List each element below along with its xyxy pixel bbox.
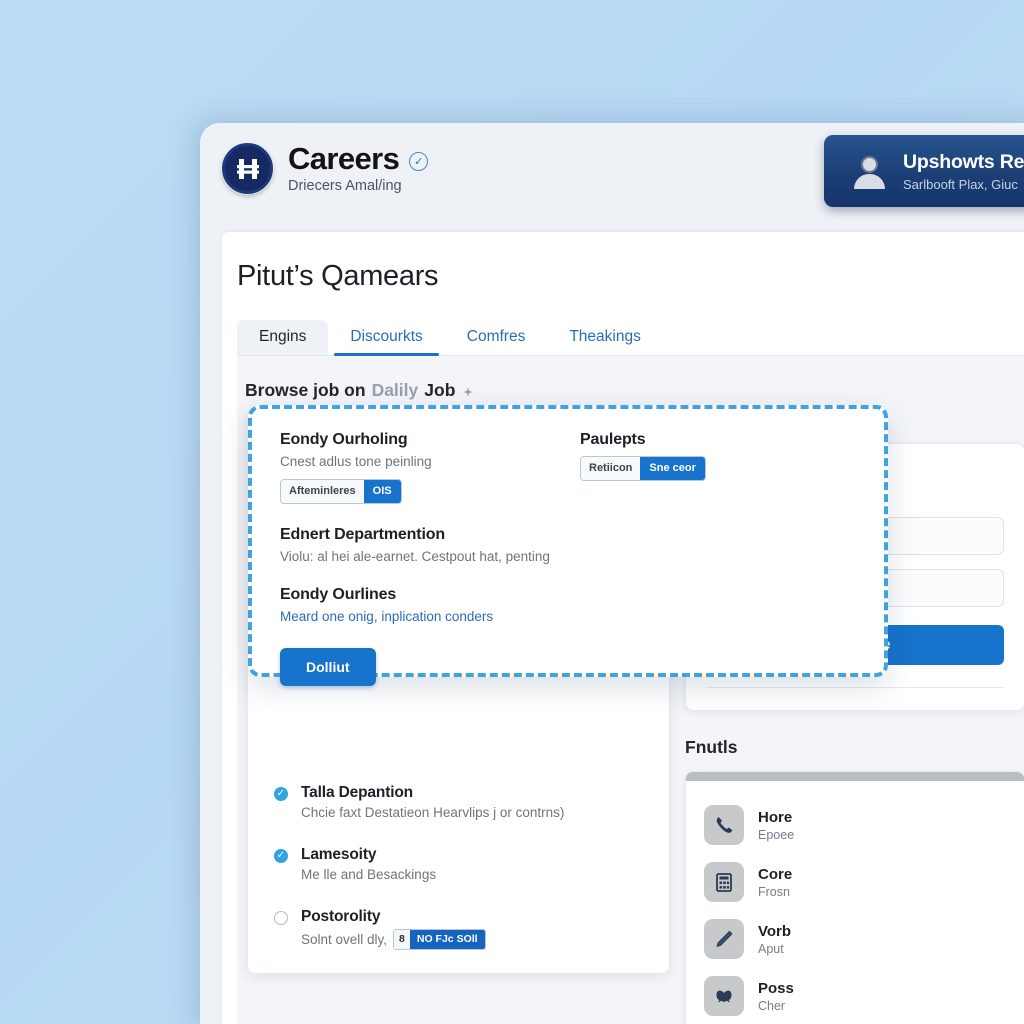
list-item-subtitle-text: Solnt ovell dly, — [301, 931, 388, 947]
fact-text: Hore Epoee — [758, 809, 794, 842]
list-item[interactable]: Core Frosn — [704, 854, 1006, 911]
brand-text: Careers ✓ Driecers Amal/ing — [288, 141, 429, 194]
list-item-subtitle-text: Chcie faxt Destatieon Hearvlips j or con… — [301, 805, 565, 820]
list-item-subtitle: Solnt ovell dly, 8 NO FJc SOll — [301, 929, 664, 950]
tab-engins[interactable]: Engins — [237, 320, 329, 355]
fact-text: Vorb Aput — [758, 923, 791, 956]
fact-text: Core Frosn — [758, 866, 792, 899]
browse-trail: Job — [424, 380, 456, 400]
sparkle-icon: ✦ — [463, 387, 473, 399]
empty-circle-icon — [274, 911, 288, 925]
check-circle-icon: ✓ — [274, 787, 288, 801]
page-brand-title: Careers — [288, 141, 400, 177]
building-icon — [704, 862, 744, 902]
status-badge-right: OIS — [363, 480, 401, 503]
fact-subtitle: Cher — [758, 998, 786, 1013]
job-detail-modal: Eondy Ourholing Cnest adlus tone peinlin… — [248, 405, 888, 686]
fact-subtitle: Epoee — [758, 827, 795, 842]
tab-discourkts[interactable]: Discourkts — [328, 320, 444, 356]
fact-title: Hore — [758, 808, 793, 826]
status-badge[interactable]: Retiicon Sne ceor — [580, 456, 706, 481]
modal-right-title: Paulepts — [580, 431, 646, 448]
page-title: Pitut’s Qamears — [237, 260, 439, 292]
user-avatar-icon — [853, 155, 886, 189]
list-item-title: Postorolity — [301, 908, 381, 925]
modal-block-subtitle: Violu: al hei ale-earnet. Cestpout hat, … — [280, 549, 550, 564]
divider — [706, 687, 1004, 688]
modal-right-column: Paulepts Retiicon Sne ceor — [580, 431, 856, 504]
status-badge-right: NO FJc SOll — [409, 930, 485, 949]
banner-title: Upshowts Rec — [903, 150, 1024, 173]
list-item[interactable]: Hore Epoee — [704, 797, 1006, 854]
banner-subtitle: Sarlbooft Plax, Giuc — [903, 176, 1018, 192]
tab-comfres[interactable]: Comfres — [445, 320, 548, 355]
status-badge-left: Retiicon — [581, 457, 641, 480]
modal-block-title: Eondy Ourlines — [280, 586, 397, 603]
app-header: Careers ✓ Driecers Amal/ing Upshowts Rec… — [200, 123, 1024, 232]
header-promo-banner[interactable]: Upshowts Rec Sarlbooft Plax, Giuc — [824, 135, 1024, 207]
browse-heading: Browse job on Dalily Job ✦ — [245, 380, 473, 401]
hospital-monogram-icon — [222, 143, 273, 194]
checklist: ✓ Talla Depantion Chcie faxt Destatieon … — [274, 784, 664, 950]
list-item[interactable]: ✓ Lamesoity Me lle and Besackings — [274, 846, 664, 882]
modal-primary-button[interactable]: Dolliut — [280, 648, 376, 686]
modal-block-link[interactable]: Meard one onig, inplication conders — [280, 609, 856, 624]
tab-strip: Engins Discourkts Comfres Theakings — [237, 320, 1024, 356]
status-badge-right: Sne ceor — [640, 457, 705, 480]
modal-top-row: Eondy Ourholing Cnest adlus tone peinlin… — [280, 431, 856, 504]
list-item[interactable]: ✓ Talla Depantion Chcie faxt Destatieon … — [274, 784, 664, 820]
fact-title: Core — [758, 865, 793, 883]
modal-left-column: Eondy Ourholing Cnest adlus tone peinlin… — [280, 431, 580, 504]
fact-subtitle: Frosn — [758, 884, 790, 899]
list-item-title: Lamesoity — [301, 846, 377, 863]
facts-section-heading: Fnutls — [685, 737, 738, 757]
list-item[interactable]: Postorolity Solnt ovell dly, 8 NO FJc SO… — [274, 908, 664, 950]
verified-badge-icon: ✓ — [409, 151, 429, 171]
modal-block-title: Ednert Departmention — [280, 526, 446, 543]
facts-card-topbar — [686, 772, 1024, 781]
tab-label: Comfres — [466, 328, 526, 345]
tab-label: Discourkts — [350, 328, 423, 345]
fact-text: Poss Cher — [758, 980, 794, 1013]
phone-icon — [704, 805, 744, 845]
status-badge[interactable]: 8 NO FJc SOll — [393, 929, 486, 950]
browse-muted: Dalily — [371, 380, 419, 400]
modal-title: Eondy Ourholing — [280, 431, 408, 448]
fact-title: Poss — [758, 979, 794, 997]
modal-content: Eondy Ourholing Cnest adlus tone peinlin… — [252, 409, 884, 686]
modal-block-outlines: Eondy Ourlines Meard one onig, inplicati… — [280, 586, 856, 624]
tab-theakings[interactable]: Theakings — [547, 320, 663, 355]
browse-lead: Browse job on — [245, 380, 366, 400]
list-item[interactable]: Poss Cher — [704, 968, 1006, 1024]
facts-card: Hore Epoee Core Frosn Vorb Aput Poss Che… — [685, 771, 1024, 1024]
facts-list: Hore Epoee Core Frosn Vorb Aput Poss Che… — [686, 781, 1024, 1024]
list-item-title: Talla Depantion — [301, 784, 414, 801]
status-badge-left: 8 — [394, 930, 410, 949]
butterfly-icon — [704, 976, 744, 1016]
pen-icon — [704, 919, 744, 959]
brand-block: Careers ✓ Driecers Amal/ing — [222, 141, 429, 194]
tab-label: Engins — [259, 328, 307, 345]
list-item-subtitle-text: Me lle and Besackings — [301, 867, 437, 882]
fact-subtitle: Aput — [758, 941, 784, 956]
modal-block-department: Ednert Departmention Violu: al hei ale-e… — [280, 526, 856, 564]
list-item[interactable]: Vorb Aput — [704, 911, 1006, 968]
list-item-subtitle: Me lle and Besackings — [301, 867, 664, 882]
status-badge-left: Afteminleres — [281, 480, 364, 503]
tab-label: Theakings — [569, 328, 641, 345]
status-badge[interactable]: Afteminleres OIS — [280, 479, 402, 504]
modal-subtitle: Cnest adlus tone peinling — [280, 454, 432, 469]
check-circle-icon: ✓ — [274, 849, 288, 863]
banner-text: Upshowts Rec Sarlbooft Plax, Giuc — [903, 151, 1024, 192]
list-item-subtitle: Chcie faxt Destatieon Hearvlips j or con… — [301, 805, 664, 820]
fact-title: Vorb — [758, 922, 792, 940]
brand-subtitle: Driecers Amal/ing — [288, 177, 402, 194]
